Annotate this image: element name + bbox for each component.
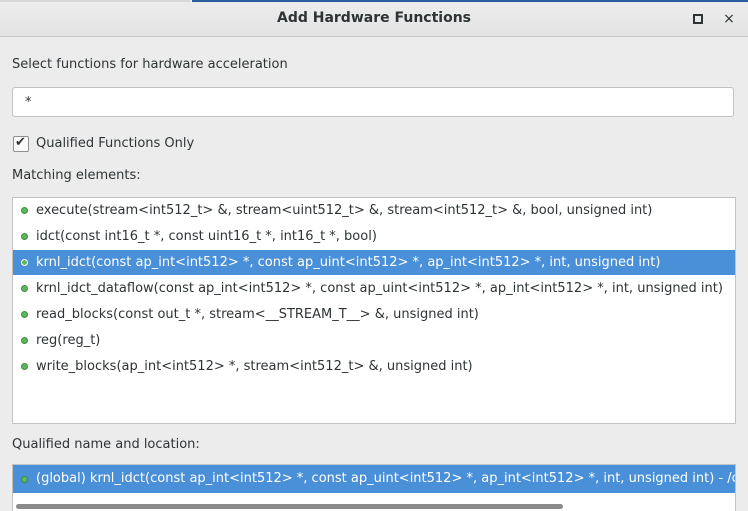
maximize-button[interactable] (689, 11, 705, 27)
qualified-label: Qualified name and location: (12, 437, 200, 452)
matching-label: Matching elements: (12, 168, 141, 183)
green-dot-icon (21, 311, 28, 318)
list-item[interactable]: reg(reg_t) (13, 328, 735, 353)
list-item-selected[interactable]: krnl_idct(const ap_int<int512> *, const … (13, 250, 735, 275)
qualified-only-checkbox[interactable]: ✔ (13, 135, 29, 152)
list-item[interactable]: read_blocks(const out_t *, stream<__STRE… (13, 302, 735, 327)
green-dot-icon (21, 337, 28, 344)
qualified-location-text: (global) krnl_idct(const ap_int<int512> … (36, 471, 736, 486)
green-dot-icon (21, 285, 28, 292)
list-item-text: reg(reg_t) (36, 333, 101, 348)
close-icon: × (723, 11, 735, 27)
list-item-text: krnl_idct_dataflow(const ap_int<int512> … (36, 281, 723, 296)
list-item[interactable]: execute(stream<int512_t> &, stream<uint5… (13, 198, 735, 223)
list-item-text: idct(const int16_t *, const uint16_t *, … (36, 229, 377, 244)
search-label: Select functions for hardware accelerati… (12, 57, 288, 72)
matching-list[interactable]: execute(stream<int512_t> &, stream<uint5… (12, 197, 736, 424)
list-item[interactable]: write_blocks(ap_int<int512> *, stream<in… (13, 354, 735, 379)
green-dot-icon (21, 233, 28, 240)
list-item[interactable]: idct(const int16_t *, const uint16_t *, … (13, 224, 735, 249)
list-item-text: execute(stream<int512_t> &, stream<uint5… (36, 203, 653, 218)
close-button[interactable]: × (721, 10, 737, 28)
scrollbar-thumb[interactable] (16, 504, 563, 509)
search-input[interactable] (12, 87, 734, 117)
list-item-text: write_blocks(ap_int<int512> *, stream<in… (36, 359, 473, 374)
list-item-text: read_blocks(const out_t *, stream<__STRE… (36, 307, 479, 322)
green-dot-icon (21, 476, 28, 483)
qualified-location-item[interactable]: (global) krnl_idct(const ap_int<int512> … (13, 465, 736, 493)
titlebar: Add Hardware Functions × (0, 2, 748, 37)
green-dot-icon (21, 207, 28, 214)
list-item-text: krnl_idct(const ap_int<int512> *, const … (36, 255, 661, 270)
qualified-only-label[interactable]: Qualified Functions Only (36, 136, 194, 151)
horizontal-scrollbar[interactable] (13, 503, 735, 511)
green-dot-icon (21, 363, 28, 370)
qualified-location-list[interactable]: (global) krnl_idct(const ap_int<int512> … (12, 464, 736, 511)
window-title: Add Hardware Functions (276, 10, 471, 26)
green-dot-icon (21, 259, 28, 266)
checkmark-icon: ✔ (15, 135, 26, 150)
list-item[interactable]: krnl_idct_dataflow(const ap_int<int512> … (13, 276, 735, 301)
